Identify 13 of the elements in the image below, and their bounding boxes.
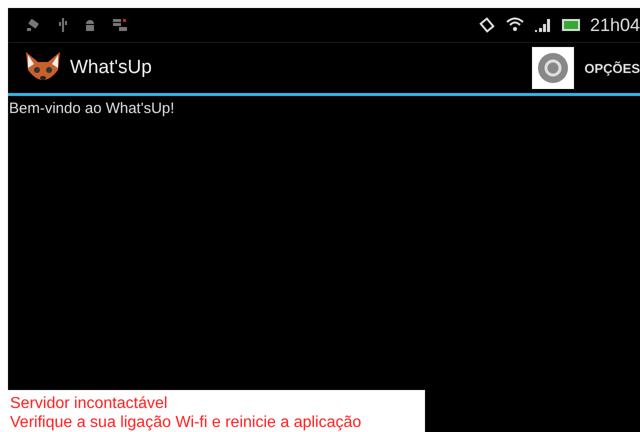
welcome-message: Bem-vindo ao What'sUp! [9,100,176,117]
options-button[interactable]: OPÇÕES [532,47,640,89]
clock: 21h04 [590,14,640,36]
server-error-icon [112,18,128,32]
rotation-icon [478,17,496,33]
settings-icon [532,47,574,89]
usb-icon [58,17,68,33]
error-message: Servidor incontactável [10,394,168,413]
app-title: What'sUp [70,57,152,79]
error-message: Verifique a sua ligação Wi-fi e reinicie a aplicação [10,413,362,432]
wifi-icon [506,17,524,33]
signal-icon [534,17,552,33]
battery-icon [562,18,580,32]
